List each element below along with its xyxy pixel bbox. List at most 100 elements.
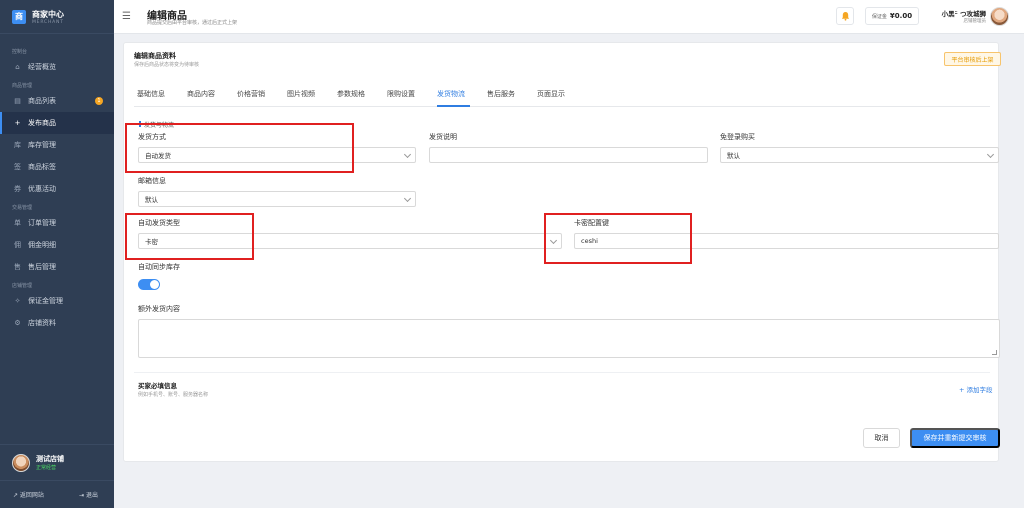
order-icon: 单 — [14, 219, 21, 227]
deposit-balance[interactable]: 保证金 ¥0.00 — [865, 7, 919, 25]
inventory-icon: 库 — [14, 141, 21, 149]
postage-select[interactable]: 默认 — [138, 191, 416, 207]
ship-note-input[interactable] — [429, 147, 708, 163]
user-name[interactable]: 小黑ᵕ̈ つ攻城狮 — [936, 8, 986, 18]
sidebar-item-label: 优惠活动 — [28, 185, 56, 193]
sidebar-item-label: 经营概览 — [28, 63, 56, 71]
tab-after-sales[interactable]: 售后服务 — [487, 89, 515, 99]
resize-handle-icon[interactable] — [992, 350, 997, 355]
shop-status: 正常经营 — [36, 465, 57, 471]
menu-toggle-icon[interactable]: ☰ — [122, 11, 131, 22]
sidebar-item-aftersales[interactable]: 售 售后管理 — [0, 256, 114, 278]
save-and-resubmit-button[interactable]: 保存并重新提交审核 — [910, 428, 1000, 448]
ship-method-select[interactable]: 自动发货 — [138, 147, 416, 163]
sidebar-item-label: 库存管理 — [28, 141, 56, 149]
sidebar-footer: ↗ 返回网站 ⇥ 退出 — [0, 480, 114, 508]
buyer-info-subtitle: 例如手机号、账号、服务器名称 — [138, 392, 209, 398]
logout-link[interactable]: ⇥ 退出 — [79, 490, 98, 499]
sidebar-item-deposit[interactable]: ✧ 保证金管理 — [0, 290, 114, 312]
sidebar-item-label: 店铺资料 — [28, 319, 56, 327]
extra-content-textarea[interactable] — [138, 319, 1000, 358]
coupon-icon: 券 — [14, 185, 21, 193]
user-role: 店铺管理员 — [963, 19, 987, 24]
deposit-value: ¥0.00 — [889, 12, 913, 20]
login-free-label: 免登录购买 — [720, 133, 755, 141]
sidebar-item-product-list[interactable]: ▤ 商品列表 1 — [0, 90, 114, 112]
brand-logo: 商 — [12, 9, 26, 24]
chevron-down-icon — [403, 194, 412, 203]
tab-pricing[interactable]: 价格营销 — [237, 89, 265, 99]
back-to-site-link[interactable]: ↗ 返回网站 — [13, 490, 44, 499]
tab-bar: 基础信息 商品内容 价格营销 图片视频 参数规格 限购设置 发货物流 售后服务 … — [134, 83, 990, 107]
chevron-down-icon — [986, 150, 995, 159]
auto-ship-type-label: 自动发货类型 — [138, 219, 180, 227]
extra-content-label: 额外发货内容 — [138, 305, 180, 313]
plus-icon: + — [14, 119, 21, 127]
shop-card: 测试店铺 正常经营 — [0, 444, 114, 480]
nav-group-shop: 店铺管理 — [12, 283, 33, 289]
sync-stock-label: 自动同步库存 — [138, 263, 180, 271]
nav-group-trade: 交易管理 — [12, 205, 33, 211]
sidebar-item-commission[interactable]: 佣 佣金明细 — [0, 234, 114, 256]
nav-group-products: 商品管理 — [12, 83, 33, 89]
section-title: 发货与物流 — [138, 121, 175, 129]
sync-stock-toggle[interactable] — [138, 279, 160, 290]
login-free-select[interactable]: 默认 — [720, 147, 999, 163]
tab-specs[interactable]: 参数规格 — [337, 89, 365, 99]
shop-avatar — [12, 453, 30, 472]
tab-basic-info[interactable]: 基础信息 — [137, 89, 165, 99]
notification-badge: 1 — [95, 97, 103, 105]
divider — [134, 372, 990, 373]
sidebar-item-label: 售后管理 — [28, 263, 56, 271]
cancel-button[interactable]: 取消 — [863, 428, 900, 448]
card-key-input[interactable]: ceshi — [574, 233, 999, 249]
sidebar-item-publish[interactable]: + 发布商品 — [0, 112, 114, 134]
aftersales-icon: 售 — [14, 263, 21, 271]
sidebar-item-label: 订单管理 — [28, 219, 56, 227]
edit-product-card: 编辑商品资料 保存后商品状态将变为待审核 平台审核后上架 基础信息 商品内容 价… — [123, 42, 1001, 462]
tab-content[interactable]: 商品内容 — [187, 89, 215, 99]
auto-ship-type-select[interactable]: 卡密 — [138, 233, 562, 249]
tab-page-display[interactable]: 页面显示 — [537, 89, 565, 99]
ship-note-label: 发货说明 — [429, 133, 457, 141]
deposit-icon: ✧ — [14, 297, 21, 305]
sidebar-item-shop-profile[interactable]: ⚙ 店铺资料 — [0, 312, 114, 334]
gear-icon: ⚙ — [14, 319, 21, 327]
chevron-down-icon — [549, 236, 558, 245]
brand[interactable]: 商 商家中心 MERCHANT — [0, 0, 114, 34]
sidebar-item-orders[interactable]: 单 订单管理 — [0, 212, 114, 234]
add-field-button[interactable]: + 添加字段 — [959, 384, 993, 394]
card-key-label: 卡密配置键 — [574, 219, 609, 227]
postage-label: 邮箱信息 — [138, 177, 166, 185]
tab-shipping[interactable]: 发货物流 — [437, 89, 465, 99]
sidebar-item-promotions[interactable]: 券 优惠活动 — [0, 178, 114, 200]
sidebar-item-tags[interactable]: 签 商品标签 — [0, 156, 114, 178]
bell-icon — [841, 11, 849, 21]
tag-icon: 签 — [14, 163, 21, 171]
shop-name: 测试店铺 — [36, 455, 64, 463]
brand-subtitle: MERCHANT — [32, 19, 64, 25]
brand-title: 商家中心 — [32, 9, 64, 19]
sidebar-item-label: 商品列表 — [28, 97, 56, 105]
sidebar-item-inventory[interactable]: 库 库存管理 — [0, 134, 114, 156]
review-status-badge: 平台审核后上架 — [944, 52, 1001, 66]
card-title: 编辑商品资料 — [134, 52, 176, 60]
sidebar-item-label: 佣金明细 — [28, 241, 56, 249]
notification-bell-button[interactable] — [836, 7, 854, 25]
top-bar: ☰ 编辑商品 商品提交后由平台审核，通过后正式上架 保证金 ¥0.00 小黑ᵕ̈… — [114, 0, 1024, 34]
home-icon: ⌂ — [15, 63, 20, 71]
chevron-down-icon — [403, 150, 412, 159]
ship-method-label: 发货方式 — [138, 133, 166, 141]
sidebar-item-overview[interactable]: ⌂ 经营概览 — [0, 56, 114, 78]
tab-media[interactable]: 图片视频 — [287, 89, 315, 99]
sidebar: 商 商家中心 MERCHANT 控制台 ⌂ 经营概览 商品管理 ▤ 商品列表 1… — [0, 0, 114, 508]
sidebar-item-label: 保证金管理 — [28, 297, 63, 305]
list-icon: ▤ — [14, 97, 21, 105]
sidebar-item-label: 商品标签 — [28, 163, 56, 171]
tab-purchase-limit[interactable]: 限购设置 — [387, 89, 415, 99]
nav-group-console: 控制台 — [12, 49, 28, 55]
user-avatar[interactable] — [990, 7, 1009, 26]
card-subtitle: 保存后商品状态将变为待审核 — [134, 62, 200, 68]
active-tab-indicator — [437, 105, 470, 107]
page-subtitle: 商品提交后由平台审核，通过后正式上架 — [147, 20, 238, 26]
